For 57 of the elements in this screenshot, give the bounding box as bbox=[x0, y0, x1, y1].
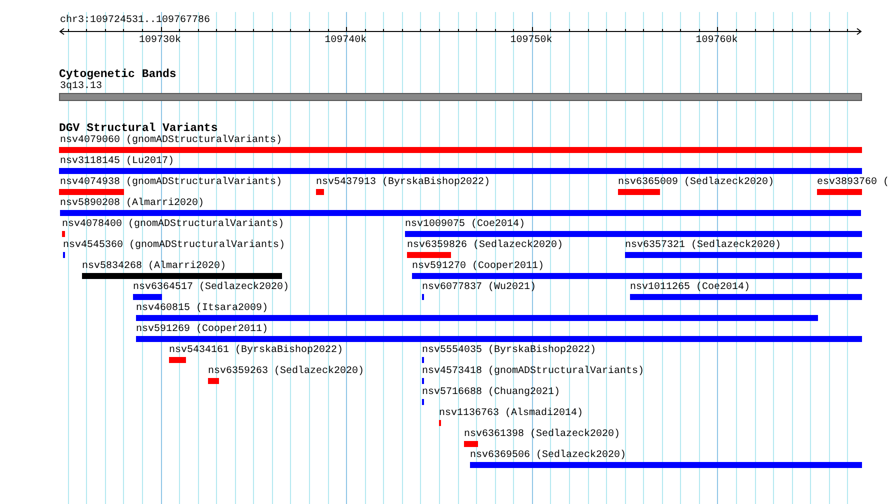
track-title: DGV Structural Variants bbox=[59, 122, 218, 135]
variant-label: nsv5437913 (ByrskaBishop2022) bbox=[316, 177, 490, 188]
variant-bar[interactable] bbox=[405, 231, 862, 237]
variant-label: nsv5716688 (Chuang2021) bbox=[422, 387, 560, 398]
variant-label: nsv6359263 (Sedlazeck2020) bbox=[208, 366, 364, 377]
variant-label: nsv4545360 (gnomADStructuralVariants) bbox=[63, 240, 286, 251]
variant-bar[interactable] bbox=[60, 210, 861, 216]
variant-bar[interactable] bbox=[625, 252, 862, 258]
ruler-tick-label: 109750k bbox=[510, 35, 552, 46]
variant-label: nsv3118145 (Lu2017) bbox=[60, 156, 174, 167]
variant-label: nsv460815 (Itsara2009) bbox=[136, 303, 268, 314]
variant-label: nsv6361398 (Sedlazeck2020) bbox=[464, 429, 620, 440]
variant-bar[interactable] bbox=[62, 231, 65, 237]
variant-label: nsv5890208 (Almarri2020) bbox=[60, 198, 204, 209]
variant-bar[interactable] bbox=[618, 189, 660, 195]
variant-bar[interactable] bbox=[316, 189, 324, 195]
variant-label: nsv1136763 (Alsmadi2014) bbox=[439, 408, 584, 419]
variant-bar[interactable] bbox=[464, 441, 478, 447]
variant-bar[interactable] bbox=[169, 357, 186, 363]
ruler-tick-label: 109740k bbox=[324, 35, 367, 46]
variant-label: nsv5834268 (Almarri2020) bbox=[82, 261, 226, 272]
variant-label: nsv5554035 (ByrskaBishop2022) bbox=[422, 345, 596, 356]
variant-label: esv3893760 ( bbox=[817, 177, 890, 188]
ruler-tick-label: 109760k bbox=[696, 35, 738, 46]
variant-label: nsv6077837 (Wu2021) bbox=[422, 282, 536, 293]
variant-label: nsv5434161 (ByrskaBishop2022) bbox=[169, 345, 344, 356]
variant-bar[interactable] bbox=[407, 252, 451, 258]
band-label: 3q13.13 bbox=[60, 81, 102, 92]
variant-label: nsv6357321 (Sedlazeck2020) bbox=[625, 240, 782, 251]
variant-bar[interactable] bbox=[470, 462, 862, 468]
variant-label: nsv1009075 (Coe2014) bbox=[405, 219, 526, 230]
variant-label: nsv591270 (Cooper2011) bbox=[412, 261, 544, 272]
variant-label: nsv4074938 (gnomADStructuralVariants) bbox=[60, 177, 282, 188]
track-title: Cytogenetic Bands bbox=[59, 68, 176, 81]
variant-bar[interactable] bbox=[136, 336, 862, 342]
variant-label: nsv6369506 (Sedlazeck2020) bbox=[470, 450, 626, 461]
variant-bar[interactable] bbox=[817, 189, 862, 195]
variant-bar[interactable] bbox=[59, 168, 862, 174]
position-label: chr3:109724531..109767786 bbox=[60, 15, 210, 26]
variant-label: nsv4573418 (gnomADStructuralVariants) bbox=[422, 366, 644, 377]
chromosome-band[interactable] bbox=[59, 93, 862, 101]
variant-bar[interactable] bbox=[412, 273, 862, 279]
variant-bar[interactable] bbox=[630, 294, 862, 300]
variant-label: nsv6364517 (Sedlazeck2020) bbox=[133, 282, 290, 293]
variant-label: nsv6365009 (Sedlazeck2020) bbox=[618, 177, 774, 188]
variant-label: nsv4078400 (gnomADStructuralVariants) bbox=[62, 219, 284, 230]
variant-bar[interactable] bbox=[208, 378, 219, 384]
variant-label: nsv1011265 (Coe2014) bbox=[630, 282, 750, 293]
variant-label: nsv4079060 (gnomADStructuralVariants) bbox=[60, 135, 282, 146]
variant-label: nsv591269 (Cooper2011) bbox=[136, 324, 268, 335]
variant-bar[interactable] bbox=[133, 294, 162, 300]
variant-bar[interactable] bbox=[59, 189, 124, 195]
variant-bar[interactable] bbox=[82, 273, 282, 279]
variant-label: nsv6359826 (Sedlazeck2020) bbox=[407, 240, 564, 251]
variant-bar[interactable] bbox=[136, 315, 818, 321]
ruler-tick-label: 109730k bbox=[139, 35, 182, 46]
variant-bar[interactable] bbox=[59, 147, 862, 153]
